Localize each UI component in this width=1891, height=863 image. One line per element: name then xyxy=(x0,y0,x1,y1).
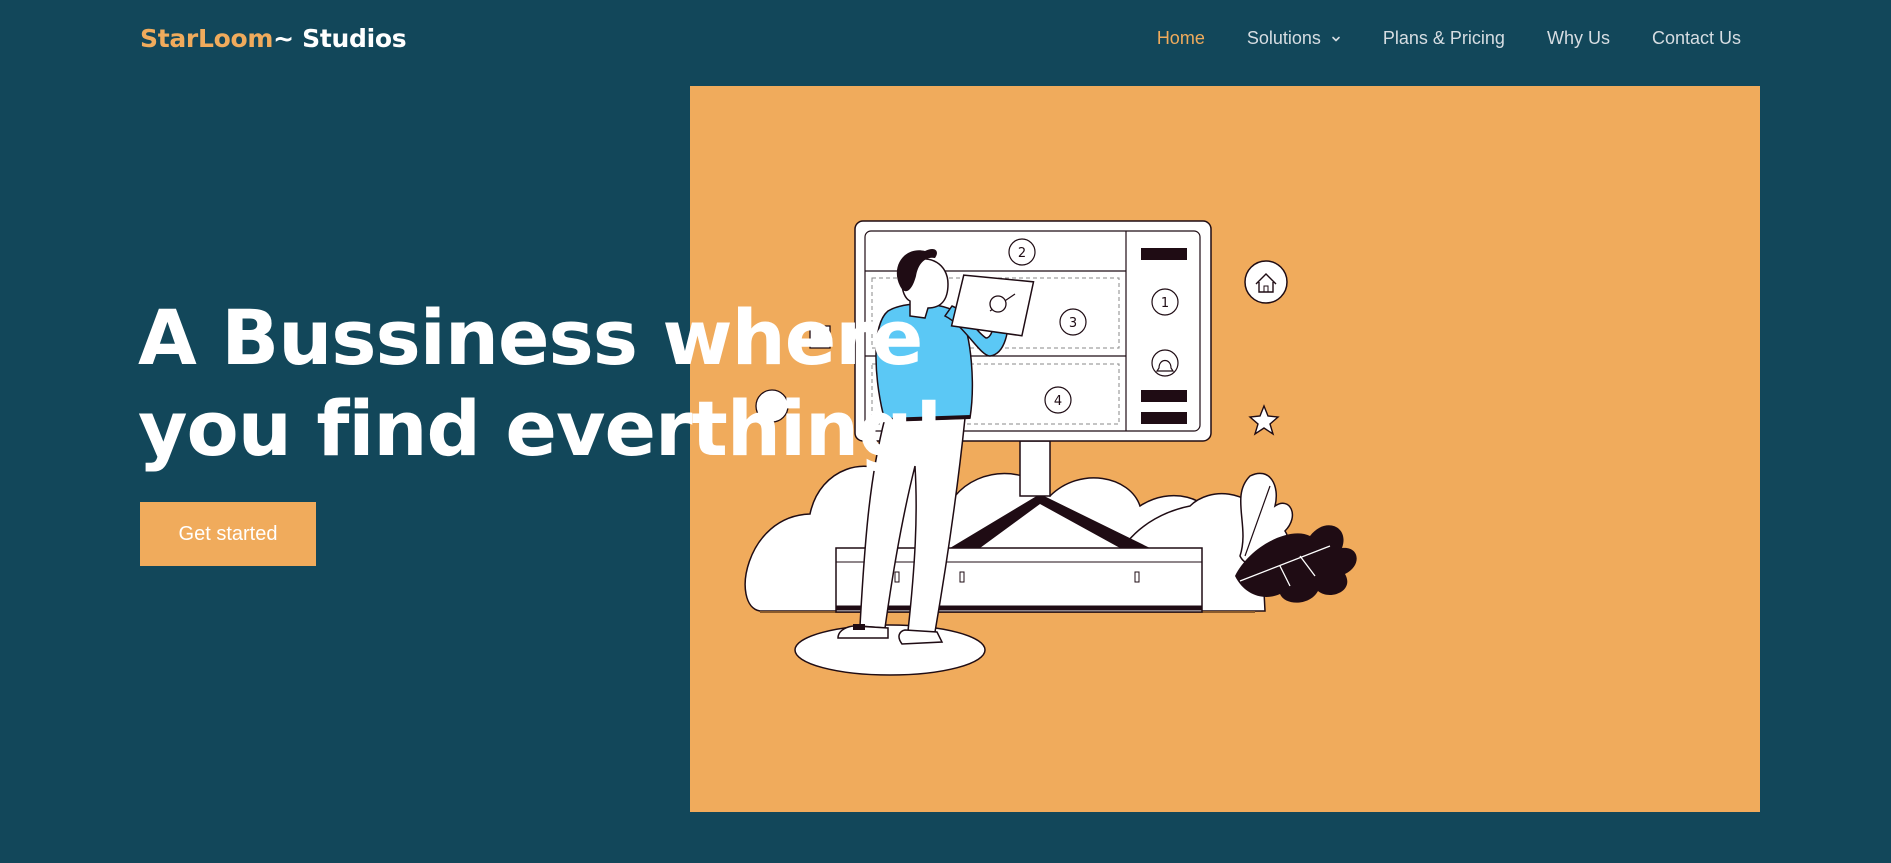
board-number-3: 3 xyxy=(1069,316,1077,331)
nav-solutions-label: Solutions xyxy=(1246,28,1321,48)
board-number-2: 2 xyxy=(1018,246,1026,261)
nav-solutions-dropdown[interactable]: Solutions xyxy=(1247,28,1341,49)
board-number-1: 1 xyxy=(1161,296,1169,311)
chevron-down-icon xyxy=(1332,36,1340,41)
board-number-4: 4 xyxy=(1054,394,1062,409)
nav-plans-pricing-link[interactable]: Plans & Pricing xyxy=(1383,28,1505,49)
get-started-button[interactable]: Get started xyxy=(140,502,316,566)
top-navbar: StarLoom~ Studios Home Solutions Plans &… xyxy=(0,0,1891,80)
hero-headline-line-2: you find everthing! xyxy=(138,384,946,473)
home-icon xyxy=(1244,260,1288,304)
brand-name-secondary: ~ Studios xyxy=(273,24,407,53)
brand-logo[interactable]: StarLoom~ Studios xyxy=(140,24,407,53)
hero-headline-line-1: A Bussiness where xyxy=(138,293,923,382)
nav-why-us-link[interactable]: Why Us xyxy=(1547,28,1610,49)
main-nav: Home Solutions Plans & Pricing Why Us Co… xyxy=(1115,28,1741,49)
brand-name-primary: StarLoom xyxy=(140,24,274,53)
star-icon xyxy=(1248,404,1280,436)
hero-headline: A Bussiness where you find everthing! xyxy=(138,292,1038,474)
nav-contact-us-link[interactable]: Contact Us xyxy=(1652,28,1741,49)
nav-home-link[interactable]: Home xyxy=(1157,28,1205,49)
